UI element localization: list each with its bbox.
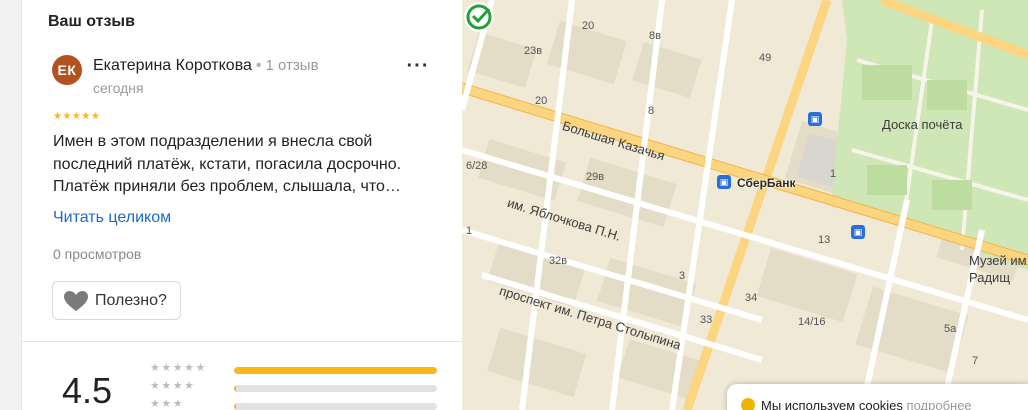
rating-value: 4.5 bbox=[62, 370, 113, 410]
author-avatar[interactable]: ЕК bbox=[52, 55, 82, 85]
review-text: Имен в этом подразделении я внесла свой … bbox=[53, 131, 448, 199]
house-number: 33 bbox=[700, 314, 713, 326]
bus-stop-icon[interactable]: ▣ bbox=[808, 112, 822, 126]
review-text-line: Имен в этом подразделении я внесла свой bbox=[53, 133, 373, 150]
review-text-line: Платёж приняли без проблем, слышала, что… bbox=[53, 178, 401, 195]
author-name[interactable]: Екатерина Короткова bbox=[93, 57, 252, 74]
sberbank-icon[interactable] bbox=[462, 0, 496, 34]
review-date: сегодня bbox=[93, 80, 144, 96]
review-rating-stars: ★★★★★ bbox=[53, 111, 101, 122]
more-options-button[interactable]: ··· bbox=[403, 56, 433, 82]
house-number: 3 bbox=[679, 270, 686, 282]
rating-bar-fill bbox=[234, 385, 237, 392]
house-number: 49 bbox=[759, 52, 772, 64]
house-number: 6/28 bbox=[466, 160, 488, 172]
review-text-line: последний платёж, кстати, погасила досро… bbox=[53, 155, 402, 173]
helpful-button[interactable]: Полезно? bbox=[52, 281, 181, 320]
house-number: 8в bbox=[649, 30, 661, 42]
rating-distribution: ★★★★★ ★★★★ ★★★ bbox=[150, 362, 440, 410]
house-number: 1 bbox=[466, 225, 473, 237]
house-number: 5а bbox=[944, 323, 957, 335]
rating-row-stars: ★★★ bbox=[150, 398, 185, 410]
house-number: 8 bbox=[648, 105, 655, 117]
rating-row-stars: ★★★★★ bbox=[150, 362, 207, 374]
heart-icon bbox=[64, 290, 88, 311]
poi-label[interactable]: Доска почёта bbox=[882, 117, 963, 132]
views-count: 0 просмотров bbox=[53, 246, 142, 262]
divider bbox=[22, 341, 462, 342]
poi-label[interactable]: Музей им bbox=[969, 253, 1027, 268]
map-canvas bbox=[462, 0, 1028, 410]
house-number: 14/16 bbox=[798, 316, 826, 328]
rating-bar-fill bbox=[234, 367, 437, 374]
rating-row-stars: ★★★★ bbox=[150, 380, 196, 392]
house-number: 34 bbox=[745, 292, 758, 304]
house-number: 7 bbox=[972, 355, 979, 367]
read-more-link[interactable]: Читать целиком bbox=[53, 209, 171, 227]
bus-stop-icon[interactable]: ▣ bbox=[717, 175, 731, 189]
cookie-more-link[interactable]: подробнее bbox=[907, 398, 972, 410]
house-number: 13 bbox=[818, 234, 831, 246]
rating-bar bbox=[234, 403, 437, 410]
rating-bar bbox=[234, 367, 437, 374]
house-number: 1 bbox=[830, 168, 837, 180]
rating-bar-fill bbox=[234, 403, 237, 410]
map[interactable]: Большая Казачья им. Яблочкова П.Н. просп… bbox=[462, 0, 1028, 410]
review-panel: Ваш отзыв ЕК Екатерина Короткова • 1 отзыв… bbox=[0, 0, 462, 410]
cookie-banner[interactable]: Мы используем cookies подробнее bbox=[727, 384, 1028, 410]
cookie-icon bbox=[741, 398, 755, 410]
house-number: 20 bbox=[535, 95, 548, 107]
author-row: Екатерина Короткова • 1 отзыв bbox=[93, 57, 319, 75]
author-review-count: 1 отзыв bbox=[265, 57, 319, 74]
rating-row-4: ★★★★ bbox=[150, 380, 440, 398]
house-number: 23в bbox=[524, 45, 543, 57]
section-title: Ваш отзыв bbox=[48, 13, 135, 30]
rating-row-5: ★★★★★ bbox=[150, 362, 440, 380]
bus-stop-icon[interactable]: ▣ bbox=[851, 225, 865, 239]
house-number: 29в bbox=[586, 171, 605, 183]
rating-bar bbox=[234, 385, 437, 392]
author-separator: • bbox=[255, 57, 262, 74]
panel-edge bbox=[0, 0, 22, 410]
house-number: 20 bbox=[582, 20, 595, 32]
cookie-text: Мы используем cookies bbox=[761, 398, 903, 410]
helpful-label: Полезно? bbox=[95, 291, 167, 309]
house-number: 32в bbox=[549, 255, 568, 267]
poi-label[interactable]: Радищ bbox=[969, 270, 1010, 285]
sberbank-label[interactable]: СберБанк bbox=[737, 176, 795, 190]
rating-row-3: ★★★ bbox=[150, 398, 440, 410]
